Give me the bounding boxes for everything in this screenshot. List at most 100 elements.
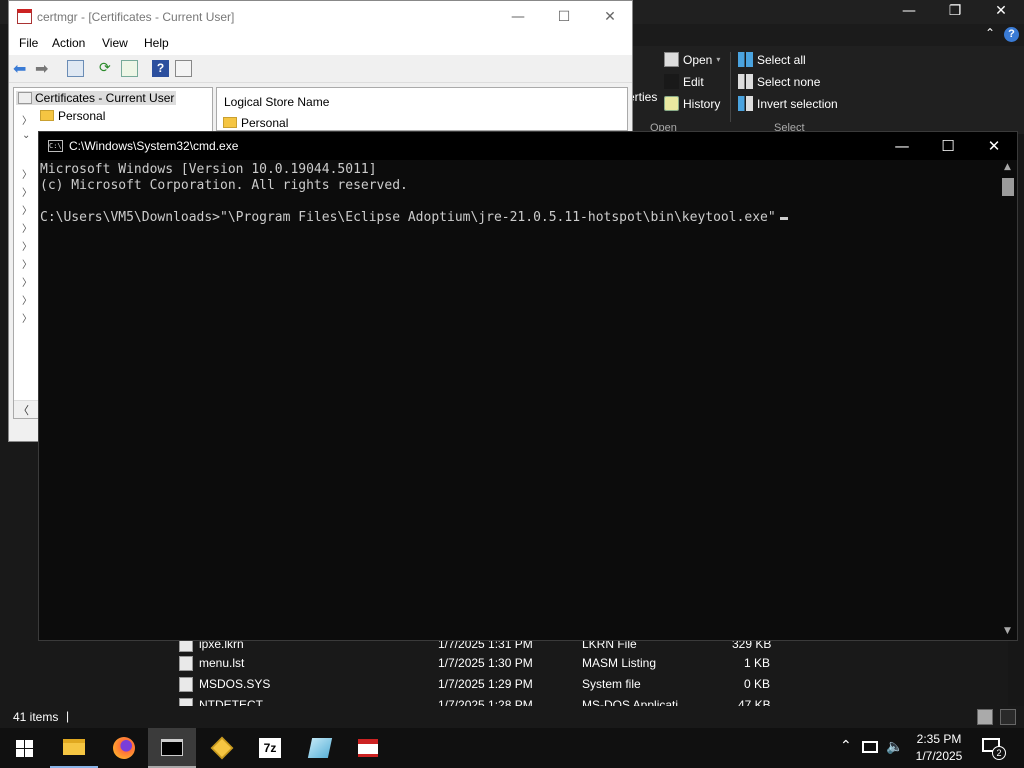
ribbon: erties Open ▾ Edit History Select all Se… (628, 46, 1024, 134)
expand-chevron-icon[interactable]: 〉 (22, 112, 32, 127)
certmgr-maximize-button[interactable]: ☐ (541, 5, 587, 29)
back-arrow-icon[interactable]: ⬅ (13, 60, 30, 77)
help-book-icon[interactable]: ? (152, 60, 169, 77)
cmd-scrollbar[interactable]: ▲ ▼ (1000, 162, 1017, 640)
expand-chevron-icon[interactable]: 〉 (22, 256, 32, 271)
cmd-maximize-button[interactable]: ☐ (925, 132, 971, 160)
collapse-chevron-icon[interactable]: ⌄ (22, 130, 30, 141)
expand-chevron-icon[interactable]: 〉 (22, 202, 32, 217)
menu-view[interactable]: View (102, 36, 128, 50)
taskbar-app-notepad[interactable] (296, 728, 344, 768)
windows-logo-icon (15, 739, 33, 757)
console-prompt-line[interactable]: C:\Users\VM5\Downloads>"\Program Files\E… (40, 210, 1001, 226)
large-icons-view-icon[interactable] (1000, 709, 1016, 725)
details-view-icon[interactable] (977, 709, 993, 725)
file-date: 1/7/2025 1:28 PM (438, 698, 533, 706)
select-all-button[interactable]: Select all (738, 52, 806, 67)
status-separator: | (66, 709, 70, 723)
volume-muted-icon[interactable]: 🔈 (886, 739, 903, 755)
system-clock[interactable]: 2:35 PM 1/7/2025 (908, 731, 970, 765)
scroll-down-icon[interactable]: ▼ (1004, 626, 1011, 636)
open-button[interactable]: Open ▾ (664, 52, 720, 67)
action-center-button[interactable]: 2 (980, 736, 1008, 762)
certificates-icon (18, 92, 32, 104)
menu-help[interactable]: Help (144, 36, 169, 50)
store-list-item[interactable]: Personal (223, 116, 288, 130)
taskbar-app-package[interactable] (198, 728, 246, 768)
invert-selection-button[interactable]: Invert selection (738, 96, 838, 111)
expand-chevron-icon[interactable]: 〉 (22, 166, 32, 181)
menu-file[interactable]: File (19, 36, 38, 50)
edit-icon (664, 74, 679, 89)
history-button[interactable]: History (664, 96, 720, 111)
scroll-left-icon[interactable]: 〈 (18, 402, 29, 418)
show-hide-tree-icon[interactable] (67, 60, 84, 77)
properties-pane-icon[interactable] (175, 60, 192, 77)
expand-chevron-icon[interactable]: 〉 (22, 292, 32, 307)
certmgr-minimize-button[interactable]: — (495, 5, 541, 29)
explorer-restore-button[interactable]: ❐ (932, 0, 978, 24)
expand-chevron-icon[interactable]: 〉 (22, 184, 32, 199)
column-header-logical-store-name[interactable]: Logical Store Name (224, 95, 329, 109)
cmd-close-button[interactable]: ✕ (971, 132, 1017, 160)
file-icon (179, 677, 193, 692)
file-type: System file (582, 677, 641, 691)
help-icon[interactable]: ? (1004, 27, 1019, 42)
expand-chevron-icon[interactable]: 〉 (22, 310, 32, 325)
tree-item-personal[interactable]: Personal (40, 109, 105, 123)
invert-selection-icon (738, 96, 753, 111)
clock-time: 2:35 PM (916, 732, 962, 746)
expand-chevron-icon[interactable]: 〉 (22, 220, 32, 235)
file-name: ipxe.lkrn (199, 640, 244, 651)
taskbar-7zip[interactable]: 7z (246, 728, 294, 768)
forward-arrow-icon[interactable]: ➡ (35, 60, 52, 77)
certmgr-app-icon (17, 9, 32, 24)
certmgr-menu-bar: File Action View Help (9, 33, 632, 55)
file-size: 47 KB (738, 698, 771, 706)
certificate-icon (358, 739, 378, 757)
console-line: Microsoft Windows [Version 10.0.19044.50… (40, 162, 377, 177)
edit-button[interactable]: Edit (664, 74, 704, 89)
expand-chevron-icon[interactable]: 〉 (22, 274, 32, 289)
tree-root-item[interactable]: Certificates - Current User (16, 91, 177, 105)
expand-chevron-icon[interactable]: 〉 (22, 238, 32, 253)
taskbar-file-explorer[interactable] (50, 728, 98, 768)
certmgr-close-button[interactable]: ✕ (587, 5, 633, 29)
export-list-icon[interactable] (121, 60, 138, 77)
tree-item-label: Personal (58, 109, 106, 123)
item-count: 41 items (13, 710, 59, 724)
scroll-thumb[interactable] (1002, 178, 1014, 196)
scroll-up-icon[interactable]: ▲ (1004, 162, 1011, 172)
chevron-up-icon[interactable]: ⌃ (985, 26, 995, 40)
certmgr-title-bar: certmgr - [Certificates - Current User] … (9, 1, 632, 33)
start-button[interactable] (0, 728, 48, 768)
refresh-icon[interactable]: ⟳ (99, 60, 116, 77)
file-icon (179, 698, 193, 706)
notification-badge: 2 (992, 746, 1006, 760)
text-cursor (779, 216, 788, 220)
menu-action[interactable]: Action (52, 36, 85, 50)
taskbar-cmd[interactable] (148, 728, 196, 768)
ribbon-tab-strip: ⌃ ? (632, 24, 1024, 46)
cmd-console-output[interactable]: Microsoft Windows [Version 10.0.19044.50… (39, 162, 1001, 640)
certmgr-title: certmgr - [Certificates - Current User] (37, 10, 235, 24)
file-date: 1/7/2025 1:29 PM (438, 677, 533, 691)
file-row[interactable]: NTDETECT 1/7/2025 1:28 PM MS-DOS Applica… (157, 695, 797, 706)
file-size: 329 KB (732, 640, 772, 651)
file-row[interactable]: menu.lst 1/7/2025 1:30 PM MASM Listing 1… (157, 653, 797, 674)
explorer-close-button[interactable]: ✕ (978, 0, 1024, 24)
cmd-minimize-button[interactable]: — (879, 132, 925, 160)
file-date: 1/7/2025 1:31 PM (438, 640, 533, 651)
explorer-minimize-button[interactable]: — (886, 0, 932, 24)
folder-icon (63, 739, 85, 755)
taskbar-firefox[interactable] (100, 728, 148, 768)
chevron-up-icon[interactable]: ⌃ (840, 738, 852, 754)
file-date: 1/7/2025 1:30 PM (438, 656, 533, 670)
store-list-item-label: Personal (241, 116, 289, 130)
taskbar-certmgr[interactable] (344, 728, 392, 768)
file-size: 0 KB (744, 677, 771, 691)
network-icon[interactable] (862, 741, 878, 753)
select-none-button[interactable]: Select none (738, 74, 820, 89)
file-row[interactable]: MSDOS.SYS 1/7/2025 1:29 PM System file 0… (157, 674, 797, 695)
